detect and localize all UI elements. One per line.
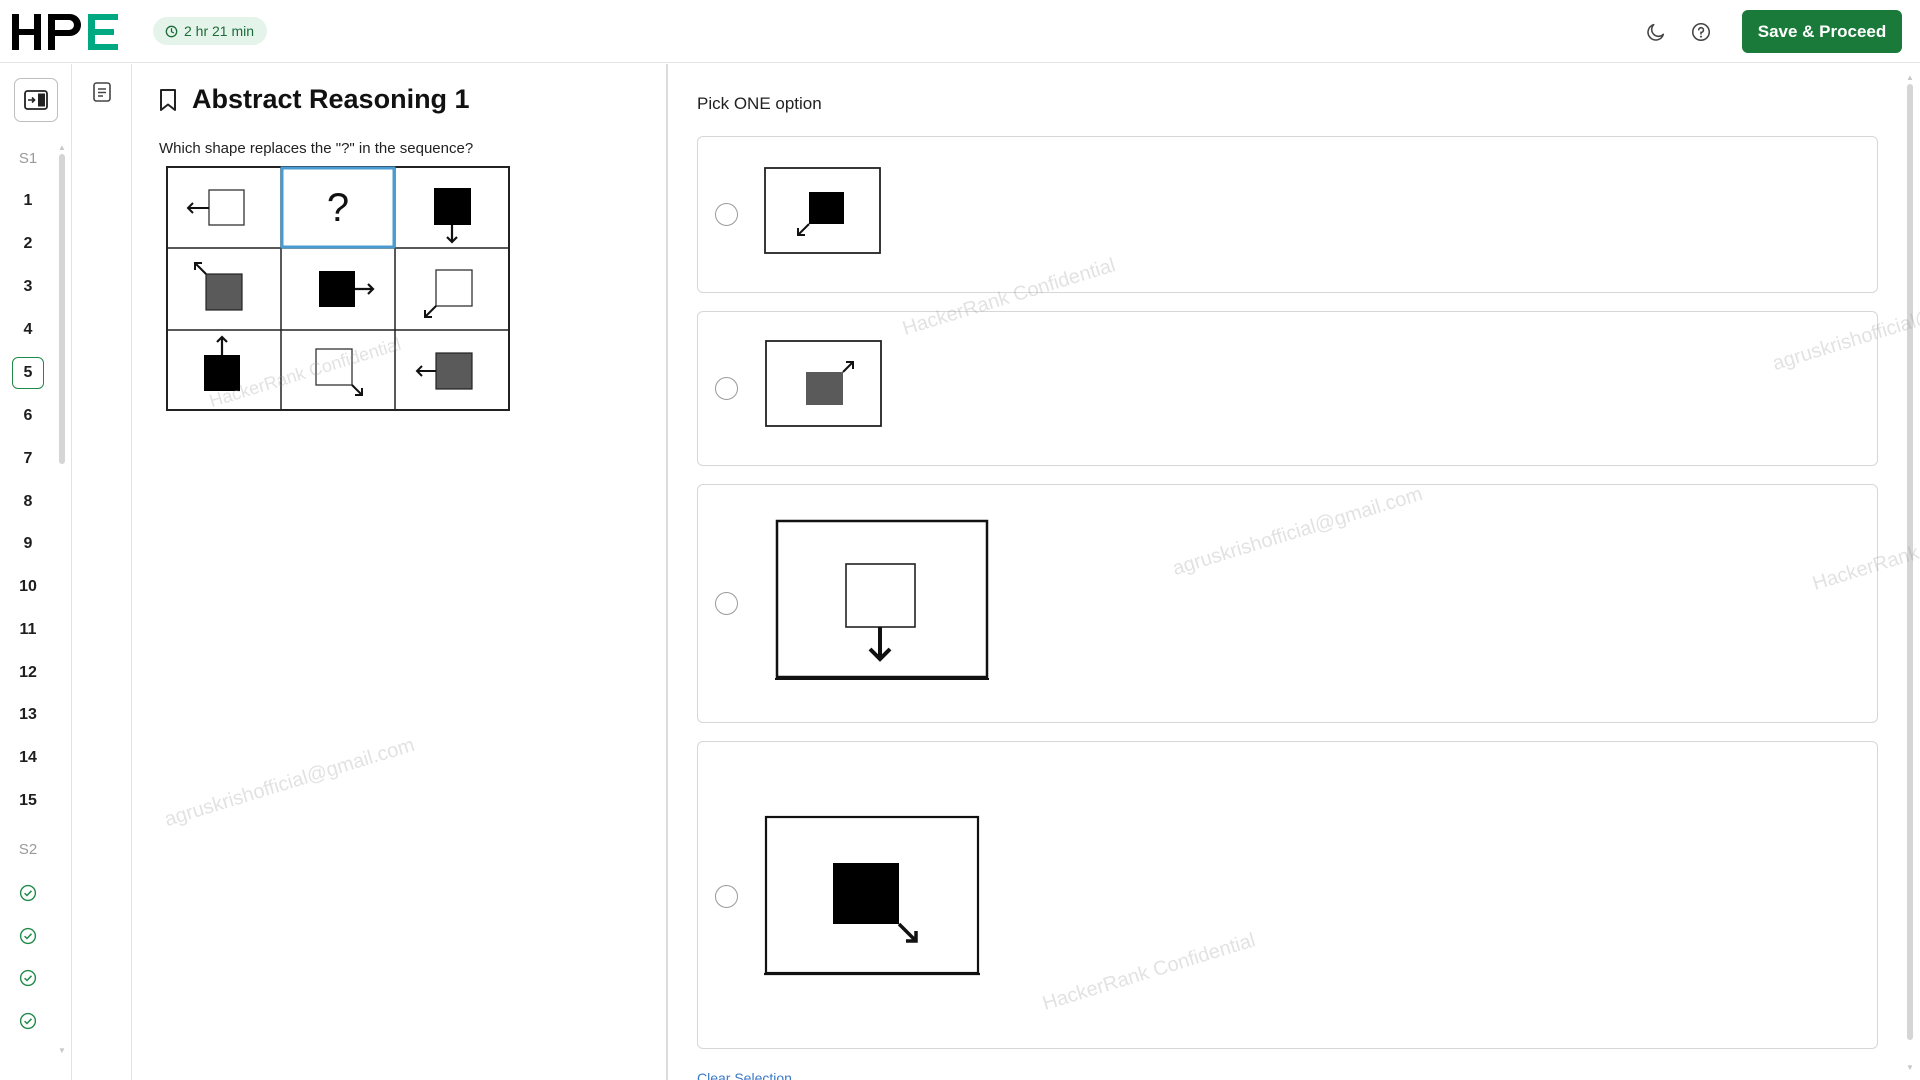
question-pane: Abstract Reasoning 1 Which shape replace…	[132, 64, 668, 1080]
scroll-up-icon[interactable]: ▲	[1906, 74, 1914, 82]
nav-question-12[interactable]: 12	[12, 657, 44, 689]
nav-s2-completed-3[interactable]	[12, 962, 44, 994]
nav-s2-completed-4[interactable]	[12, 1005, 44, 1037]
scroll-thumb[interactable]	[59, 154, 65, 464]
nav-question-15[interactable]: 15	[12, 785, 44, 817]
option-b-radio[interactable]	[715, 377, 738, 400]
bookmark-icon[interactable]	[158, 88, 178, 112]
check-circle-icon	[19, 1012, 37, 1030]
nav-question-11[interactable]: 11	[12, 614, 44, 646]
clear-selection-link[interactable]: Clear Selection	[697, 1070, 792, 1080]
unknown-mark: ?	[327, 186, 349, 230]
question-header: Abstract Reasoning 1	[158, 84, 470, 115]
option-c[interactable]	[697, 484, 1878, 723]
timer-badge: 2 hr 21 min	[153, 17, 268, 45]
collapse-sidebar-button[interactable]	[14, 78, 58, 122]
nav-question-8[interactable]: 8	[12, 486, 44, 518]
option-c-radio[interactable]	[715, 592, 738, 615]
scroll-down-icon[interactable]: ▼	[1906, 1064, 1914, 1072]
nav-question-2[interactable]: 2	[12, 228, 44, 260]
option-a[interactable]	[697, 136, 1878, 293]
watermark: agruskrishofficial@gmail.com	[162, 733, 418, 832]
nav-question-1[interactable]: 1	[12, 185, 44, 217]
nav-question-4[interactable]: 4	[12, 314, 44, 346]
help-icon[interactable]	[1688, 19, 1714, 45]
nav-question-14[interactable]: 14	[12, 742, 44, 774]
question-navigator: S1 1 2 3 4 5 6 7 8 9 10 11 12 13 14 15 S…	[0, 64, 72, 1080]
option-a-figure	[764, 167, 881, 254]
nav-question-5-current[interactable]: 5	[12, 357, 44, 389]
option-b[interactable]	[697, 311, 1878, 466]
answer-pane: Pick ONE option Clear Selection ▲ ▼ Hack…	[670, 64, 1920, 1080]
check-circle-icon	[19, 969, 37, 987]
check-circle-icon	[19, 927, 37, 945]
option-d-figure	[764, 815, 980, 976]
notes-icon[interactable]	[91, 80, 113, 104]
scroll-up-icon[interactable]: ▲	[58, 144, 66, 152]
scroll-thumb[interactable]	[1907, 84, 1913, 1040]
nav-question-6[interactable]: 6	[12, 400, 44, 432]
nav-question-13[interactable]: 13	[12, 699, 44, 731]
section-label-s1: S1	[18, 149, 38, 167]
nav-question-3[interactable]: 3	[12, 271, 44, 303]
option-a-radio[interactable]	[715, 203, 738, 226]
answer-scrollbar[interactable]: ▲ ▼	[1906, 74, 1914, 1074]
nav-question-9[interactable]: 9	[12, 528, 44, 560]
sidebar-toggle-icon	[24, 90, 48, 110]
timer-text: 2 hr 21 min	[184, 23, 255, 39]
sequence-grid-figure: ?	[166, 166, 510, 411]
scroll-down-icon[interactable]: ▼	[58, 1047, 66, 1055]
nav-s2-completed-2[interactable]	[12, 920, 44, 952]
nav-scrollbar[interactable]: ▲ ▼	[58, 144, 66, 1055]
nav-question-10[interactable]: 10	[12, 571, 44, 603]
side-tool-strip	[72, 64, 132, 1080]
question-prompt: Which shape replaces the "?" in the sequ…	[159, 140, 474, 157]
pick-one-label: Pick ONE option	[697, 94, 822, 113]
question-title: Abstract Reasoning 1	[192, 84, 470, 114]
top-bar: 2 hr 21 min Save & Proceed	[0, 0, 1920, 63]
option-b-figure	[765, 340, 882, 427]
moon-icon[interactable]	[1643, 19, 1669, 45]
nav-question-7[interactable]: 7	[12, 443, 44, 475]
nav-s2-completed-1[interactable]	[12, 877, 44, 909]
save-proceed-button[interactable]: Save & Proceed	[1742, 10, 1902, 53]
section-label-s2: S2	[18, 840, 38, 858]
hpe-logo	[12, 14, 118, 50]
clock-icon	[165, 25, 178, 37]
option-c-figure	[775, 519, 989, 680]
option-d[interactable]	[697, 741, 1878, 1049]
option-d-radio[interactable]	[715, 885, 738, 908]
check-circle-icon	[19, 884, 37, 902]
